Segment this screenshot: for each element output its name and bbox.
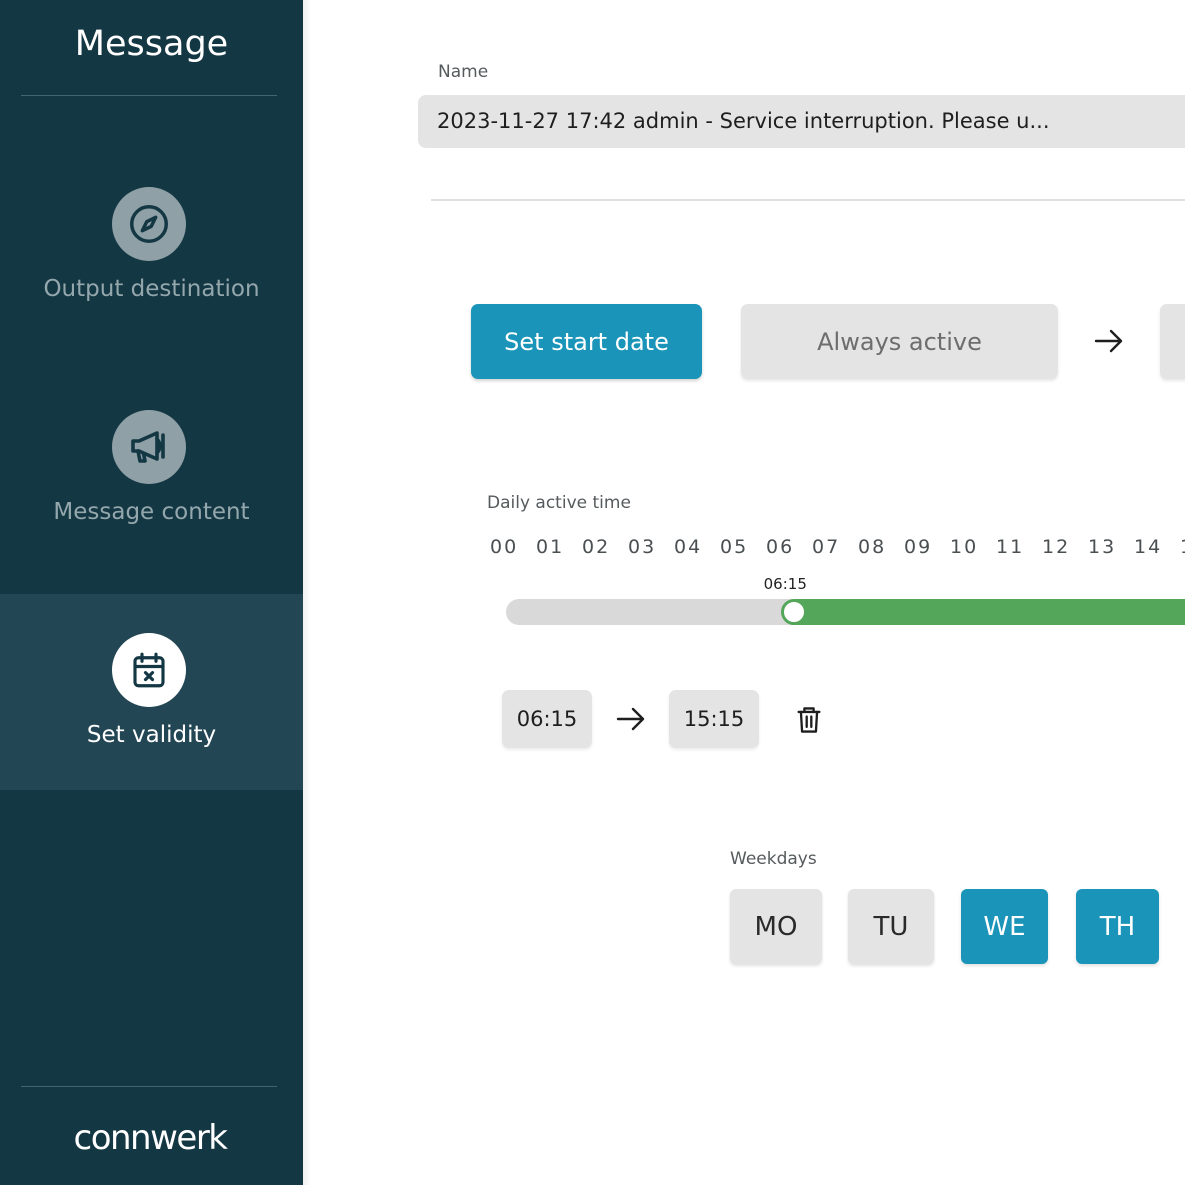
hour-tick-label: 05	[720, 536, 749, 558]
end-date-button[interactable]	[1160, 304, 1185, 379]
sidebar-item-label: Output destination	[43, 276, 260, 302]
weekday-button-tu[interactable]: TU	[848, 889, 934, 964]
trash-icon[interactable]	[795, 705, 823, 735]
hour-tick-label: 08	[858, 536, 887, 558]
always-active-button[interactable]: Always active	[741, 304, 1058, 379]
sidebar-title: Message	[74, 24, 229, 64]
hour-tick-label: 06	[766, 536, 795, 558]
sidebar-item-set-validity[interactable]: Set validity	[0, 594, 303, 790]
arrow-right-icon	[1094, 329, 1123, 353]
logo-text: connwerk	[74, 1118, 229, 1158]
active-time-range	[794, 599, 1185, 625]
compass-icon	[112, 187, 186, 261]
hour-tick-label: 10	[950, 536, 979, 558]
sidebar-item-output-destination[interactable]: Output destination	[0, 187, 303, 383]
hour-tick-label: 09	[904, 536, 933, 558]
sidebar: Message Output destination Message conte…	[0, 0, 303, 1185]
start-handle-label: 06:15	[763, 575, 807, 593]
main-shadow	[303, 0, 311, 1185]
weekday-button-th[interactable]: TH	[1076, 889, 1159, 964]
hour-tick-label: 14	[1134, 536, 1163, 558]
hour-tick-label: 07	[812, 536, 841, 558]
name-label: Name	[438, 62, 489, 82]
daily-active-time-label: Daily active time	[487, 493, 631, 513]
sidebar-item-label: Set validity	[86, 722, 217, 748]
weekday-button-mo[interactable]: MO	[730, 889, 822, 964]
sidebar-item-message-content[interactable]: Message content	[0, 410, 303, 606]
hour-tick-label: 04	[674, 536, 703, 558]
start-time-field[interactable]: 06:15	[502, 690, 592, 748]
time-range-track[interactable]	[506, 599, 1185, 625]
sidebar-divider-bottom	[21, 1086, 277, 1087]
name-input[interactable]: 2023-11-27 17:42 admin - Service interru…	[418, 95, 1185, 148]
sidebar-divider-top	[21, 95, 277, 96]
hour-tick-label: 00	[490, 536, 519, 558]
hour-tick-label: 15	[1180, 534, 1185, 560]
end-time-field[interactable]: 15:15	[669, 690, 759, 748]
weekdays-label: Weekdays	[730, 849, 817, 869]
connwerk-logo: connwerk	[74, 1118, 230, 1158]
section-divider	[431, 199, 1185, 201]
set-start-date-button[interactable]: Set start date	[471, 304, 702, 379]
hour-tick-label: 01	[536, 536, 565, 558]
hour-tick-label: 11	[996, 536, 1025, 558]
sidebar-item-label: Message content	[53, 499, 250, 525]
hour-tick-label: 03	[628, 536, 657, 558]
weekday-button-we[interactable]: WE	[961, 889, 1048, 964]
hour-tick-label: 13	[1088, 536, 1117, 558]
hour-tick-label: 12	[1042, 536, 1071, 558]
calendar-x-icon	[112, 633, 186, 707]
megaphone-icon	[112, 410, 186, 484]
hour-tick-label: 02	[582, 536, 611, 558]
arrow-right-icon	[616, 707, 645, 731]
